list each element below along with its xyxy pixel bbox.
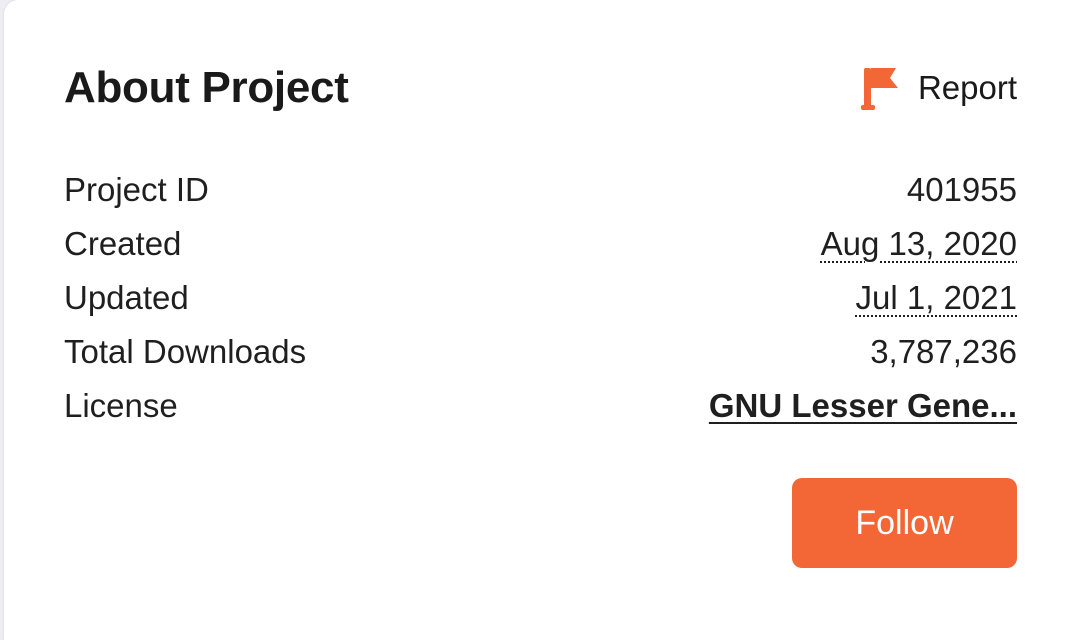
page-title: About Project xyxy=(64,63,349,112)
report-label: Report xyxy=(917,69,1017,106)
updated-date-value: Jul 1, 2021 xyxy=(855,279,1017,316)
card-header: About Project Report xyxy=(64,58,1017,118)
report-button[interactable]: Report xyxy=(860,64,1017,112)
created-date-value: Aug 13, 2020 xyxy=(820,225,1017,262)
detail-row-license: License GNU Lesser Gene... xyxy=(64,379,1017,433)
detail-label: Updated xyxy=(64,279,189,316)
flag-icon xyxy=(860,68,898,110)
total-downloads-value: 3,787,236 xyxy=(870,333,1017,370)
detail-row-updated: Updated Jul 1, 2021 xyxy=(64,271,1017,325)
project-details: Project ID 401955 Created Aug 13, 2020 U… xyxy=(64,163,1017,433)
detail-label: License xyxy=(64,387,178,424)
detail-label: Project ID xyxy=(64,171,209,208)
detail-row-project-id: Project ID 401955 xyxy=(64,163,1017,217)
about-project-card: About Project Report Project ID 401955 C… xyxy=(4,0,1071,640)
detail-label: Created xyxy=(64,225,182,262)
license-link[interactable]: GNU Lesser Gene... xyxy=(709,387,1017,425)
detail-label: Total Downloads xyxy=(64,333,307,370)
detail-row-total-downloads: Total Downloads 3,787,236 xyxy=(64,325,1017,379)
project-id-value: 401955 xyxy=(906,171,1017,208)
detail-row-created: Created Aug 13, 2020 xyxy=(64,217,1017,271)
follow-button[interactable]: Follow xyxy=(792,478,1017,568)
